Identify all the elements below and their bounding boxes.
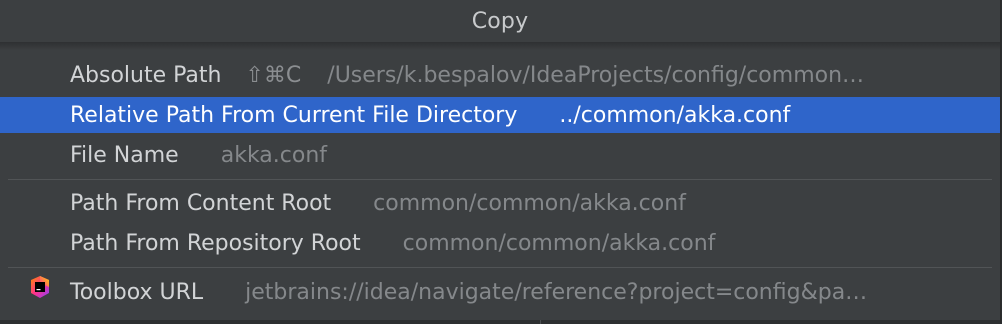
edge-notch (540, 320, 541, 324)
menu-item-label: Path From Repository Root (70, 230, 361, 256)
menu-item-absolute-path[interactable]: Absolute Path ⇧⌘C /Users/k.bespalov/Idea… (0, 57, 1000, 93)
menu-item-value: common/common/akka.conf (402, 230, 716, 256)
menu-item-file-name[interactable]: File Name akka.conf (0, 137, 1000, 173)
menu-item-label: Toolbox URL (70, 279, 204, 305)
shortcut-hint: ⇧⌘C (245, 62, 302, 88)
menu-item-label: Absolute Path (70, 62, 222, 88)
menu-item-path-from-repository-root[interactable]: Path From Repository Root common/common/… (0, 225, 1000, 261)
menu-item-value: akka.conf (220, 142, 328, 168)
popup-titlebar: Copy (0, 0, 1000, 42)
menu-item-label: Path From Content Root (70, 190, 332, 216)
popup-title: Copy (471, 8, 529, 34)
menu-item-value: jetbrains://idea/navigate/reference?proj… (245, 279, 868, 305)
menu-item-value: /Users/k.bespalov/IdeaProjects/config/co… (327, 62, 865, 88)
menu-separator (8, 267, 992, 268)
menu-item-value: ../common/akka.conf (559, 102, 791, 128)
popup-bottom-edge (0, 320, 1000, 324)
menu-item-label: Relative Path From Current File Director… (70, 102, 518, 128)
menu-item-toolbox-url[interactable]: Toolbox URL jetbrains://idea/navigate/re… (0, 274, 1000, 310)
menu-item-label: File Name (70, 142, 179, 168)
menu-item-path-from-content-root[interactable]: Path From Content Root common/common/akk… (0, 185, 1000, 221)
menu-item-relative-path[interactable]: Relative Path From Current File Director… (0, 97, 1000, 133)
titlebar-shadow (0, 42, 1000, 50)
menu-separator (8, 179, 992, 180)
toolbox-app-icon (31, 276, 49, 298)
menu-item-value: common/common/akka.conf (373, 190, 686, 216)
copy-popup: Copy Absolute Path ⇧⌘C /Users/k.bespalov… (0, 0, 1001, 324)
